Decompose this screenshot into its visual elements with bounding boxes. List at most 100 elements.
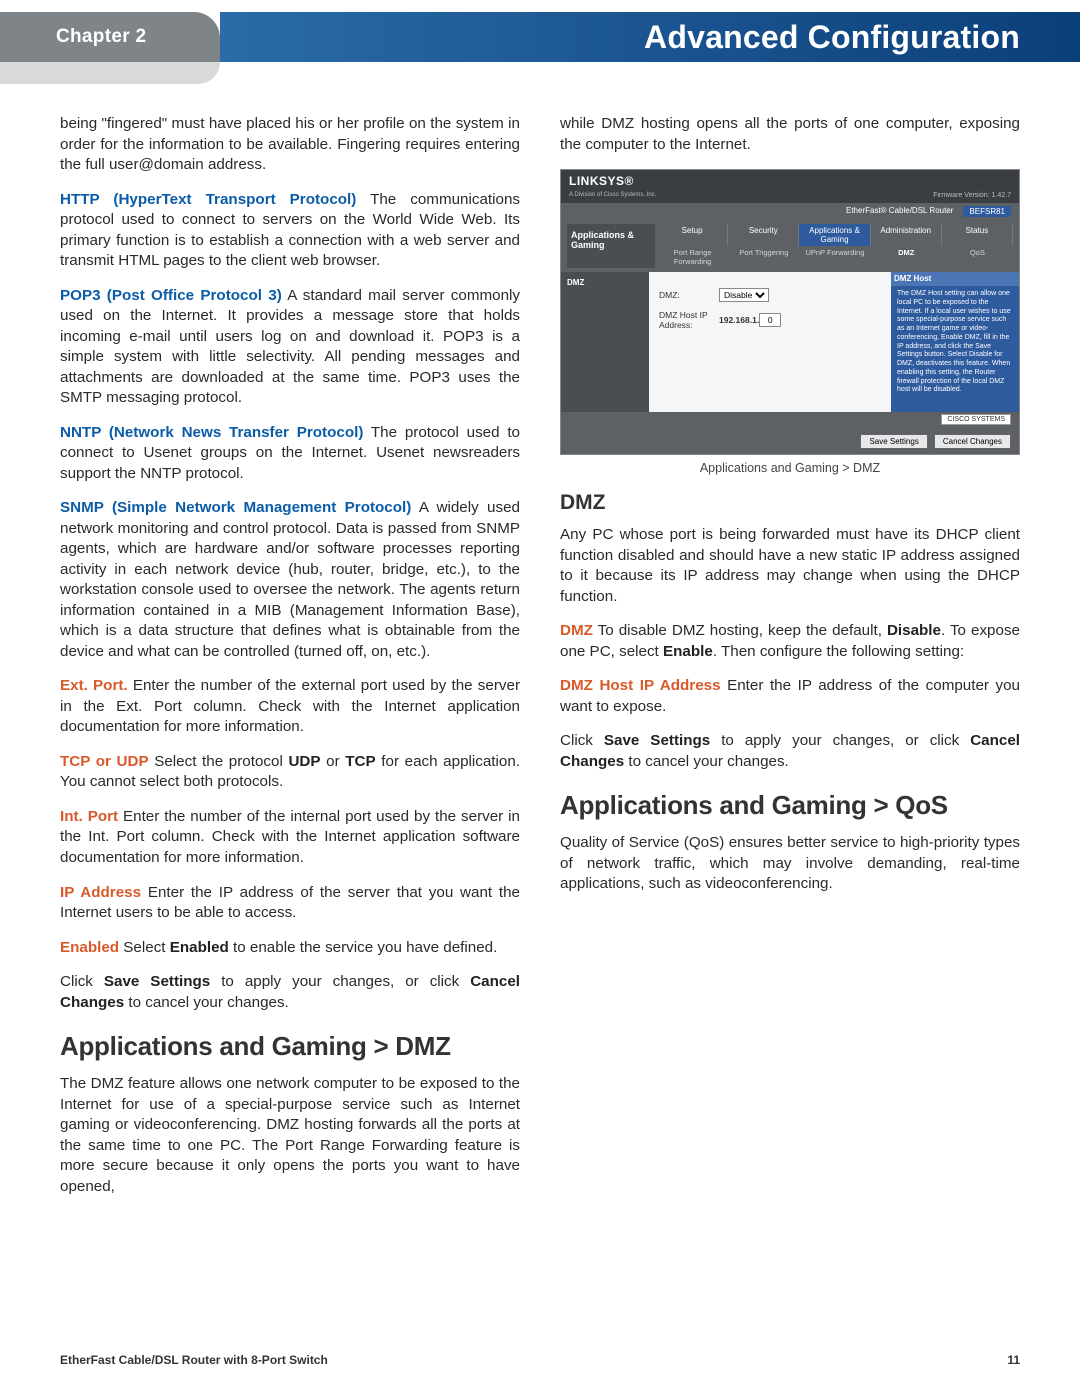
ss-brand-sub: A Division of Cisco Systems, Inc.: [569, 192, 656, 198]
pop3-paragraph: POP3 (Post Office Protocol 3) A standard…: [60, 286, 520, 409]
tcpudp-paragraph: TCP or UDP Select the protocol UDP or TC…: [60, 752, 520, 793]
save-settings-bold: Save Settings: [104, 973, 210, 990]
page-header: Chapter 2 Advanced Configuration: [0, 0, 1080, 62]
ss-sub-tabs: Port Range Forwarding Port Triggering UP…: [657, 246, 1013, 268]
disable-bold: Disable: [887, 622, 941, 639]
ss-brand: LINKSYS®: [569, 174, 634, 188]
right-column: while DMZ hosting opens all the ports of…: [560, 114, 1020, 1211]
tcp-bold: TCP: [345, 753, 375, 770]
chapter-tab: Chapter 2: [0, 12, 220, 62]
ss-help-text: The DMZ Host setting can allow one local…: [897, 290, 1013, 395]
dmz-intro-paragraph: The DMZ feature allows one network compu…: [60, 1074, 520, 1197]
dmz-setting-paragraph: DMZ To disable DMZ hosting, keep the def…: [560, 621, 1020, 662]
intport-paragraph: Int. Port Enter the number of the intern…: [60, 807, 520, 869]
ss-cisco-row: CISCO SYSTEMS: [561, 412, 1019, 429]
save-paragraph-right: Click Save Settings to apply your change…: [560, 731, 1020, 772]
tab-applications-gaming[interactable]: Applications & Gaming: [799, 224, 870, 246]
ss-dmz-row: DMZ: Disable: [659, 288, 881, 302]
save-settings-bold-r: Save Settings: [604, 732, 710, 749]
tcpudp-or: or: [321, 753, 346, 770]
ss-model-bar: EtherFast® Cable/DSL Router BEFSR81: [561, 203, 1019, 220]
snmp-body: A widely used network monitoring and con…: [60, 499, 520, 660]
enable-bold: Enable: [663, 643, 713, 660]
http-paragraph: HTTP (HyperText Transport Protocol) The …: [60, 190, 520, 272]
ss-section-label: Applications & Gaming: [567, 224, 655, 268]
heading-dmz-sub: DMZ: [560, 491, 1020, 515]
footer-product: EtherFast Cable/DSL Router with 8-Port S…: [60, 1353, 328, 1367]
tab-setup[interactable]: Setup: [657, 224, 728, 246]
dmz-body-c: . Then configure the following setting:: [713, 643, 964, 660]
tcpudp-term: TCP or UDP: [60, 753, 149, 770]
ss-dmzhost-label: DMZ Host IP Address:: [659, 310, 719, 330]
enabled-paragraph: Enabled Select Enabled to enable the ser…: [60, 938, 520, 959]
tab-administration[interactable]: Administration: [871, 224, 942, 246]
dmzhost-term: DMZ Host IP Address: [560, 677, 721, 694]
subtab-dmz[interactable]: DMZ: [871, 246, 942, 268]
subtab-pt[interactable]: Port Triggering: [728, 246, 799, 268]
subtab-prf[interactable]: Port Range Forwarding: [657, 246, 728, 268]
ss-dmz-select[interactable]: Disable: [719, 288, 769, 302]
enabled-term: Enabled: [60, 939, 119, 956]
save-b-r: to apply your changes, or click: [710, 732, 970, 749]
ss-tabs: Applications & Gaming Setup Security App…: [561, 220, 1019, 272]
title-bar: Advanced Configuration: [220, 12, 1080, 62]
pop3-term: POP3 (Post Office Protocol 3): [60, 287, 282, 304]
screenshot-caption: Applications and Gaming > DMZ: [560, 461, 1020, 475]
dmz-p1: Any PC whose port is being forwarded mus…: [560, 525, 1020, 607]
page-title: Advanced Configuration: [644, 19, 1020, 56]
ss-model-number: BEFSR81: [963, 206, 1011, 217]
ss-main-tabs: Setup Security Applications & Gaming Adm…: [657, 224, 1013, 246]
heading-qos: Applications and Gaming > QoS: [560, 790, 1020, 821]
ss-cancel-button[interactable]: Cancel Changes: [934, 434, 1011, 449]
router-screenshot: LINKSYS® A Division of Cisco Systems, In…: [560, 169, 1020, 455]
extport-term: Ext. Port.: [60, 677, 128, 694]
save-d: to cancel your changes.: [124, 994, 289, 1011]
dmz-term: DMZ: [560, 622, 593, 639]
intport-term: Int. Port: [60, 808, 118, 825]
ss-save-button[interactable]: Save Settings: [860, 434, 927, 449]
tab-security[interactable]: Security: [728, 224, 799, 246]
snmp-term: SNMP (Simple Network Management Protocol…: [60, 499, 411, 516]
nntp-term: NNTP (Network News Transfer Protocol): [60, 424, 363, 441]
extport-paragraph: Ext. Port. Enter the number of the exter…: [60, 676, 520, 738]
chapter-label: Chapter 2: [56, 26, 146, 48]
enabled-bold: Enabled: [170, 939, 229, 956]
ss-dmzhost-row: DMZ Host IP Address: 192.168.1.: [659, 310, 881, 330]
heading-dmz: Applications and Gaming > DMZ: [60, 1031, 520, 1062]
http-term: HTTP (HyperText Transport Protocol): [60, 191, 356, 208]
ss-side-label: DMZ: [561, 272, 649, 412]
ss-ip-prefix: 192.168.1.: [719, 315, 759, 325]
subtab-upnp[interactable]: UPnP Forwarding: [799, 246, 870, 268]
ss-brand-bar: LINKSYS® A Division of Cisco Systems, In…: [561, 170, 1019, 203]
save-paragraph-left: Click Save Settings to apply your change…: [60, 972, 520, 1013]
dmz-body-a: To disable DMZ hosting, keep the default…: [593, 622, 887, 639]
udp-bold: UDP: [288, 753, 320, 770]
ipaddr-term: IP Address: [60, 884, 141, 901]
finger-paragraph: being "fingered" must have placed his or…: [60, 114, 520, 176]
pop3-body: A standard mail server commonly used on …: [60, 287, 520, 407]
ss-help-heading: DMZ Host: [891, 272, 1019, 286]
subtab-qos[interactable]: QoS: [942, 246, 1013, 268]
ss-dmz-label: DMZ:: [659, 290, 719, 300]
dmz-continued: while DMZ hosting opens all the ports of…: [560, 114, 1020, 155]
qos-paragraph: Quality of Service (QoS) ensures better …: [560, 833, 1020, 895]
dmzhost-paragraph: DMZ Host IP Address Enter the IP address…: [560, 676, 1020, 717]
footer-page-number: 11: [1007, 1353, 1020, 1367]
decorative-strip: [0, 62, 220, 84]
ss-model-label: EtherFast® Cable/DSL Router: [846, 206, 953, 217]
nntp-paragraph: NNTP (Network News Transfer Protocol) Th…: [60, 423, 520, 485]
tab-status[interactable]: Status: [942, 224, 1013, 246]
extport-body: Enter the number of the external port us…: [60, 677, 520, 735]
snmp-paragraph: SNMP (Simple Network Management Protocol…: [60, 498, 520, 662]
ss-ip-input[interactable]: [759, 313, 781, 327]
ss-help-panel: DMZ Host The DMZ Host setting can allow …: [891, 272, 1019, 412]
save-a: Click: [60, 973, 104, 990]
save-a-r: Click: [560, 732, 604, 749]
enabled-body-b: to enable the service you have defined.: [229, 939, 498, 956]
save-d-r: to cancel your changes.: [624, 753, 789, 770]
left-column: being "fingered" must have placed his or…: [60, 114, 520, 1211]
ipaddr-paragraph: IP Address Enter the IP address of the s…: [60, 883, 520, 924]
ss-form: DMZ: Disable DMZ Host IP Address: 192.16…: [649, 272, 891, 412]
page-body: being "fingered" must have placed his or…: [0, 62, 1080, 1251]
ss-button-row: Save Settings Cancel Changes: [561, 429, 1019, 454]
